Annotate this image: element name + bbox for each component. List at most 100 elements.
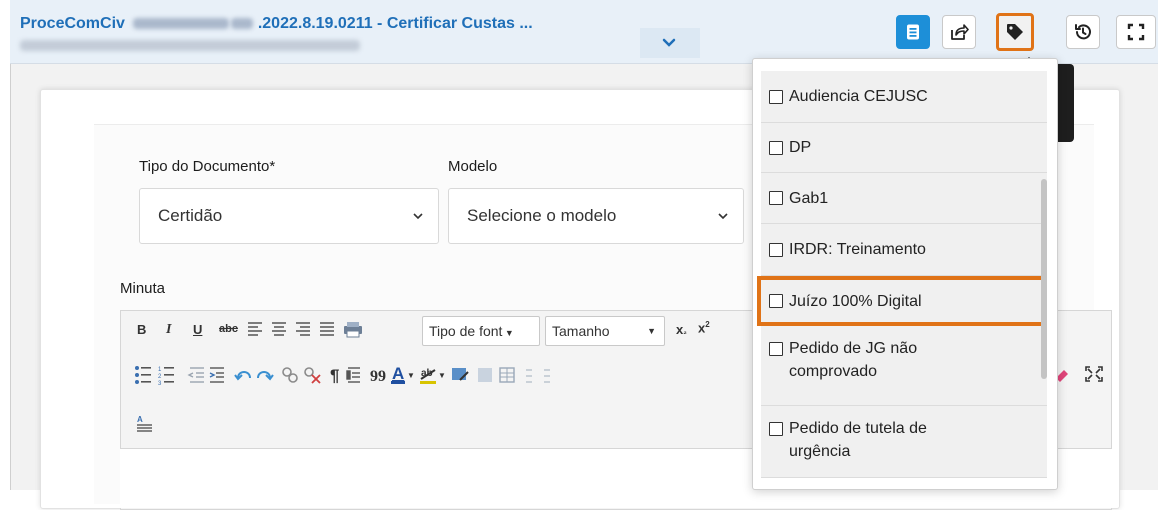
tag-label: DP [789,139,812,156]
chevron-down-icon [718,213,728,220]
font-size-select[interactable]: Tamanho ▼ [545,316,665,346]
svg-text:99: 99 [370,368,386,385]
align-left-icon [248,322,262,336]
tag-option-irdr-treinamento[interactable]: IRDR: Treinamento [761,224,1047,276]
svg-text:2: 2 [158,374,162,380]
font-family-select[interactable]: Tipo de font ▼ [422,316,540,346]
svg-text:A: A [392,364,404,383]
checkbox[interactable] [769,89,783,104]
tipo-documento-label: Tipo do Documento* [139,158,276,175]
modelo-label: Modelo [448,158,498,175]
edit-source-icon [452,368,469,381]
checkbox[interactable] [769,422,783,436]
document-button[interactable] [896,15,930,49]
tag-label-line-1: Pedido de tutela de [789,420,927,437]
tag-label-line-1: Pedido de JG não [789,340,918,357]
svg-text:3: 3 [158,381,162,386]
tag-icon [1007,24,1023,40]
dropdown-arrow-icon: ▼ [647,326,656,336]
tag-label: Gab1 [789,189,829,207]
bulleted-list-icon [135,366,151,384]
numbered-list-icon: 1 2 3 [158,367,174,386]
dropdown-scrollbar[interactable] [1041,179,1047,379]
link-icon [282,367,298,383]
tag-label-line-2: urgência [789,443,851,460]
chevron-down-icon [413,213,423,220]
outdent-icon [187,367,204,383]
tag-label: Pedido de JG não comprovado [789,337,917,383]
align-right-icon [296,322,310,336]
align-justify-icon [320,322,334,336]
italic-button[interactable]: I [166,322,171,338]
tag-option-gab1[interactable]: Gab1 [761,173,1047,224]
minuta-label: Minuta [120,280,166,297]
format-block-icon [346,367,360,383]
split-cells-icon [544,369,550,383]
maximize-icon [1085,366,1103,382]
fullscreen-icon [1127,23,1145,41]
process-number-suffix: .2022.8.19.0211 - Certificar Custas ... [257,15,533,32]
tipo-documento-value: Certidão [158,206,223,225]
tipo-documento-select[interactable]: Certidão [139,188,439,244]
checkbox[interactable] [769,140,783,155]
line-height-icon[interactable]: A [136,414,154,432]
align-center-icon [272,322,286,336]
share-button[interactable] [942,15,976,49]
print-icon [344,322,362,338]
font-size-value: Tamanho [552,323,610,339]
process-title[interactable]: ProceComCiv .2022.8.19.0211 - Certificar… [20,15,533,33]
svg-text:A: A [137,415,143,424]
checkbox[interactable] [769,242,783,257]
table-icon [499,367,515,383]
tag-option-pedido-jg-nao-comprovado[interactable]: Pedido de JG não comprovado [761,326,1047,406]
tags-button[interactable] [996,13,1034,51]
quote-icon: 99 [370,368,386,385]
tag-label: Pedido de tutela de urgência [789,417,927,463]
history-button[interactable] [1066,15,1100,49]
svg-text:1: 1 [158,367,162,373]
redacted-number [133,18,230,30]
undo-icon [234,371,251,381]
svg-text:▼: ▼ [438,371,446,380]
align-icons [248,322,362,338]
editor-toolbar-row2: 1 2 3 ¶ 99 A ▼ ab ▼ [135,364,550,386]
dropdown-arrow-icon: ▼ [502,328,514,338]
checkbox[interactable] [769,294,783,308]
editor-toolbar-right [1056,366,1103,382]
tag-option-pedido-tutela-urgencia[interactable]: Pedido de tutela de urgência [761,406,1047,478]
redacted-parties [20,40,360,51]
indent-icon [209,367,224,383]
tag-label: IRDR: Treinamento [789,241,926,258]
merge-cells-icon [526,369,532,383]
svg-text:▼: ▼ [407,371,415,380]
font-color-icon: A ▼ [391,364,415,384]
checkbox[interactable] [769,191,783,205]
tags-dropdown: Audiencia CEJUSC DP Gab1 IRDR: Treinamen… [752,58,1058,490]
bold-button[interactable]: B [137,322,146,337]
font-family-value: Tipo de font [429,323,503,339]
svg-text:¶: ¶ [330,366,339,385]
tag-option-audiencia-cejusc[interactable]: Audiencia CEJUSC [761,71,1047,123]
redo-icon [257,371,274,381]
modelo-select[interactable]: Selecione o modelo [448,188,744,244]
tag-label: Audiencia CEJUSC [789,88,928,105]
share-icon [951,24,969,40]
chevron-down-icon [662,38,676,47]
redacted-number-2 [231,18,254,30]
underline-button[interactable]: U [193,322,202,337]
process-class: ProceComCiv [20,15,125,32]
horizontal-rule-icon [478,368,492,382]
fullscreen-button[interactable] [1116,15,1156,49]
paragraph-icon: ¶ [330,366,339,385]
tag-label-line-2: comprovado [789,363,878,380]
subscript-button[interactable]: x₂ [676,322,687,337]
superscript-button[interactable]: x2 [698,320,710,335]
tag-option-dp[interactable]: DP [761,123,1047,173]
strikethrough-button[interactable]: abc [219,323,238,335]
history-icon [1075,24,1091,40]
highlight-color-icon: ab ▼ [420,368,446,384]
checkbox[interactable] [769,342,783,356]
unlink-icon [304,367,321,384]
tag-option-juizo-100-digital[interactable]: Juízo 100% Digital [757,276,1047,326]
process-header: ProceComCiv .2022.8.19.0211 - Certificar… [10,0,1158,64]
